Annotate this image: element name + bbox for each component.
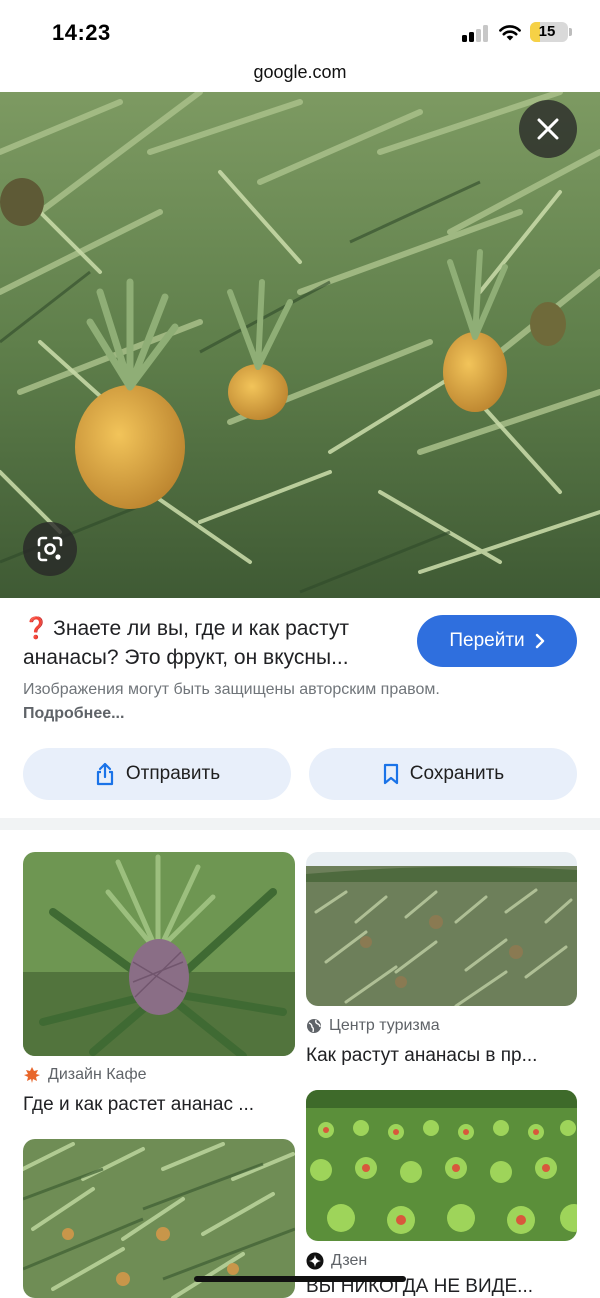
copyright-text: Изображения могут быть защищены авторски… [23,681,440,698]
url-bar[interactable]: google.com [0,62,600,92]
visit-button-label: Перейти [449,630,525,651]
copyright-notice: Изображения могут быть защищены авторски… [23,678,463,726]
globe-icon [307,1019,321,1033]
related-source-2-label: Центр туризма [329,1017,440,1034]
status-bar: 14:23 15 [0,0,600,62]
related-title-1[interactable]: Где и как растет ананас ... [23,1094,293,1116]
image-title[interactable]: ❓ Знаете ли вы, где и как растут ананасы?… [23,614,398,672]
related-image-2[interactable] [306,852,577,1006]
dzen-icon [306,1252,324,1270]
image-title-line1: Знаете ли вы, где и как растут [53,617,349,640]
battery-cap [569,28,572,36]
related-image-1[interactable] [23,852,295,1056]
learn-more-link[interactable]: Подробнее... [23,705,124,722]
maple-leaf-icon [24,1067,40,1083]
question-mark-icon: ❓ [23,617,50,640]
close-button[interactable] [519,100,577,158]
related-source-1[interactable]: Дизайн Кафе [23,1066,147,1084]
section-divider [0,818,600,830]
battery-level: 15 [538,23,556,40]
bookmark-icon [383,763,398,785]
save-button[interactable]: Сохранить [309,748,577,800]
status-time: 14:23 [52,20,111,45]
related-source-1-label: Дизайн Кафе [48,1066,147,1083]
share-icon [96,762,113,786]
related-title-2[interactable]: Как растут ананасы в пр... [306,1045,576,1067]
image-title-line2: ананасы? Это фрукт, он вкусны... [23,646,349,669]
related-image-3[interactable] [23,1139,295,1298]
battery-icon: 15 [530,22,568,42]
visit-button[interactable]: Перейти [417,615,577,667]
home-indicator[interactable] [194,1276,406,1282]
wifi-icon [499,25,521,41]
cellular-signal-icon [462,24,490,42]
chevron-right-icon [535,633,544,649]
google-lens-icon [37,536,63,562]
related-source-4[interactable]: Дзен [306,1252,367,1270]
close-icon [537,118,559,140]
related-image-4[interactable] [306,1090,577,1241]
related-source-2[interactable]: Центр туризма [306,1017,440,1035]
related-source-4-label: Дзен [331,1252,368,1269]
share-button[interactable]: Отправить [23,748,291,800]
main-image[interactable] [0,92,600,598]
save-button-label: Сохранить [409,763,505,784]
google-lens-button[interactable] [23,522,77,576]
share-button-label: Отправить [125,763,221,784]
